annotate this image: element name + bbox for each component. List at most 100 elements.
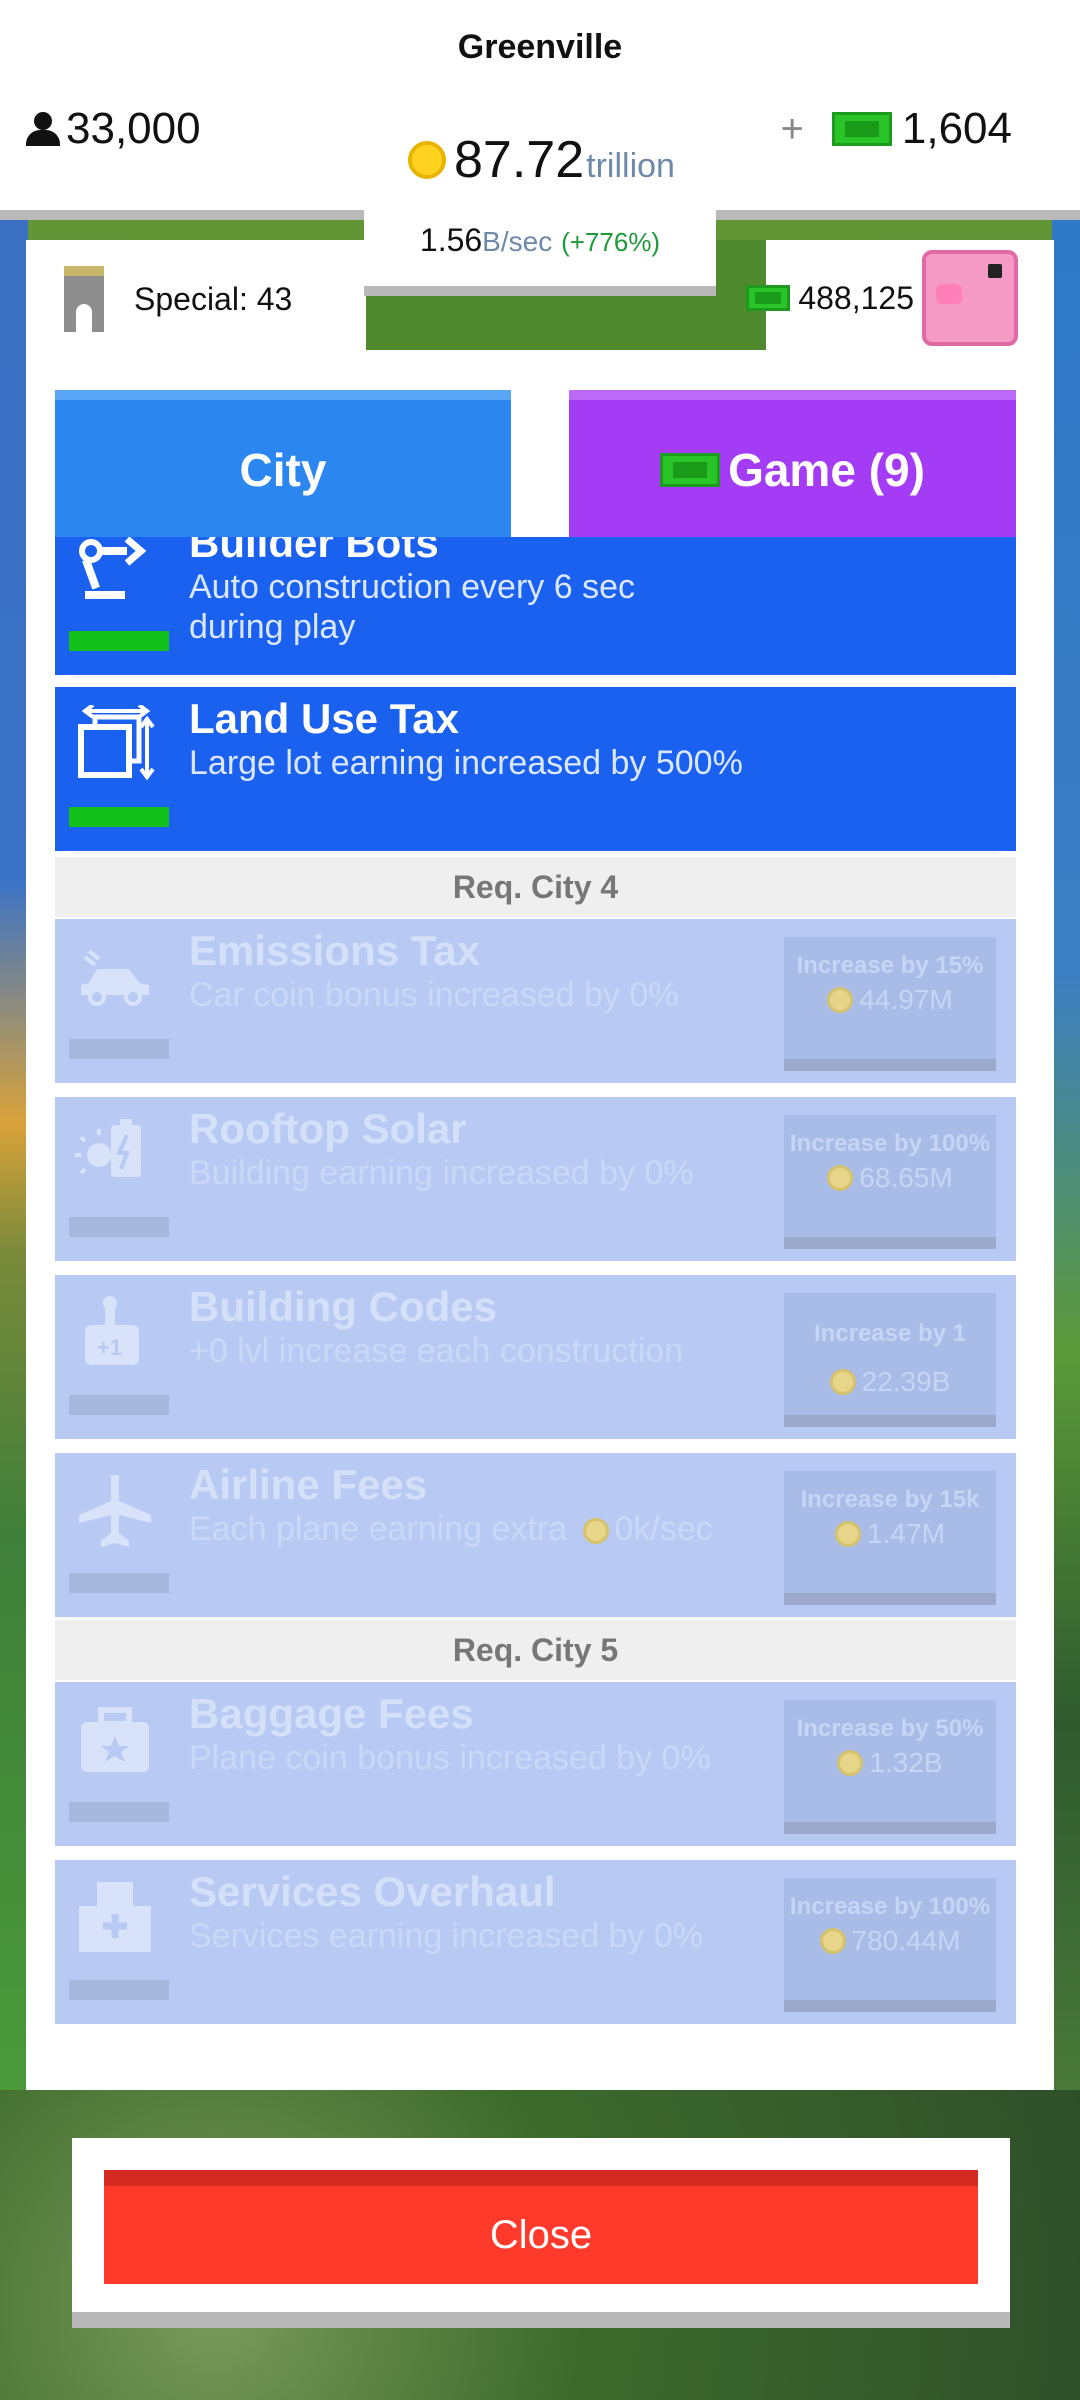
increase-label: Increase by 15k [800, 1486, 980, 1513]
close-container: Close [72, 2138, 1010, 2328]
upgrade-rooftop-solar[interactable]: Rooftop Solar Building earning increased… [55, 1097, 1016, 1261]
upgrade-progress-bar [69, 1217, 169, 1237]
piggy-bank-value: 488,125 [798, 279, 914, 316]
cash-value: 1,604 [901, 104, 1012, 153]
increase-button[interactable]: Increase by 100% 780.44M [784, 1878, 996, 2012]
tab-game-label: Game (9) [728, 444, 925, 496]
tab-city[interactable]: City [55, 390, 511, 540]
upgrade-services-overhaul[interactable]: Services Overhaul Services earning incre… [55, 1860, 1016, 2024]
upgrade-description: Car coin bonus increased by 0% [189, 976, 679, 1014]
coin-value: 87.72 [454, 131, 585, 189]
population-value: 33,000 [66, 104, 201, 153]
requirement-header: Req. City 4 [55, 857, 1016, 917]
cash-icon [831, 112, 892, 146]
upgrade-list[interactable]: Builder Bots Auto construction every 6 s… [55, 537, 1016, 2037]
solar-battery-icon [75, 1115, 155, 1195]
piggy-bank[interactable]: 488,125 [746, 250, 1018, 346]
upgrade-airline-fees[interactable]: Airline Fees Each plane earning extra 0k… [55, 1453, 1016, 1617]
coin-icon [582, 1518, 609, 1545]
tab-city-label: City [239, 444, 327, 496]
requirement-header: Req. City 5 [55, 1620, 1016, 1680]
upgrade-title: Building Codes [189, 1283, 497, 1330]
upgrade-cost: 780.44M [784, 1926, 996, 1956]
close-button[interactable]: Close [104, 2170, 978, 2284]
coin-unit: trillion [586, 147, 675, 185]
coin-icon [827, 1165, 854, 1191]
upgrade-builder-bots[interactable]: Builder Bots Auto construction every 6 s… [55, 537, 1016, 675]
svg-text:+1: +1 [97, 1335, 122, 1360]
tab-game[interactable]: Game (9) [569, 390, 1016, 540]
upgrade-building-codes[interactable]: +1 Building Codes +0 lvl increase each c… [55, 1275, 1016, 1439]
cost-value: 1.32B [869, 1747, 943, 1778]
upgrade-progress-bar [69, 1395, 169, 1415]
increase-label: Increase by 50% [796, 1715, 984, 1742]
upgrade-description: Large lot earning increased by 500% [189, 744, 743, 782]
robot-arm-icon [75, 537, 155, 609]
background-right [1052, 220, 1080, 2100]
upgrade-emissions-tax[interactable]: Emissions Tax Car coin bonus increased b… [55, 919, 1016, 1083]
upgrade-description: Each plane earning extra 0k/sec [189, 1509, 713, 1549]
building-plus-icon: +1 [75, 1293, 155, 1373]
increase-button[interactable]: Increase by 1 22.39B [784, 1293, 996, 1427]
rate-unit: B/sec [482, 226, 553, 257]
cost-value: 68.65M [859, 1162, 953, 1193]
increase-button[interactable]: Increase by 50% 1.32B [784, 1700, 996, 1834]
coin-display: 87.72 trillion [408, 130, 675, 190]
description-prefix: Each plane earning extra [189, 1510, 568, 1548]
upgrade-title: Land Use Tax [189, 695, 459, 742]
coin-icon [408, 141, 446, 179]
upgrade-description: Services earning increased by 0% [189, 1917, 704, 1955]
piggy-bank-icon[interactable] [922, 250, 1018, 346]
cash-display[interactable]: + 1,604 [781, 104, 1012, 154]
increase-button[interactable]: Increase by 15% 44.97M [784, 937, 996, 1071]
upgrade-description: Building earning increased by 0% [189, 1154, 694, 1192]
upgrade-baggage-fees[interactable]: Baggage Fees Plane coin bonus increased … [55, 1682, 1016, 1846]
cash-icon [746, 285, 791, 311]
upgrade-progress-bar [69, 1039, 169, 1059]
increase-label: Increase by 100% [789, 1893, 991, 1920]
upgrade-title: Builder Bots [189, 537, 439, 566]
coin-icon [819, 1928, 846, 1954]
car-icon [75, 937, 155, 1017]
increase-label: Increase by 15% [796, 952, 984, 979]
cost-value: 780.44M [851, 1925, 961, 1956]
upgrade-description: Auto construction every 6 sec during pla… [189, 568, 636, 646]
upgrade-land-use-tax[interactable]: Land Use Tax Large lot earning increased… [55, 687, 1016, 851]
upgrade-progress-bar [69, 1573, 169, 1593]
coin-icon [835, 1521, 862, 1547]
upgrade-progress-bar [69, 1980, 169, 2000]
upgrade-cost: 22.39B [784, 1367, 996, 1397]
upgrade-progress-bar [69, 631, 169, 651]
upgrade-title: Baggage Fees [189, 1690, 474, 1737]
background-left [0, 220, 28, 2100]
airplane-icon [75, 1471, 155, 1551]
increase-button[interactable]: Increase by 15k 1.47M [784, 1471, 996, 1605]
upgrade-cost: 44.97M [784, 985, 996, 1015]
city-name: Greenville [457, 28, 623, 66]
rate-value: 1.56 [419, 222, 483, 258]
upgrade-title: Emissions Tax [189, 927, 481, 974]
upgrade-description: Plane coin bonus increased by 0% [189, 1739, 711, 1777]
upgrade-progress-bar [69, 807, 169, 827]
resize-box-icon [75, 705, 155, 785]
cost-value: 22.39B [861, 1366, 951, 1397]
special-label: Special: 43 [134, 280, 293, 317]
upgrade-title: Airline Fees [189, 1461, 428, 1508]
increase-label: Increase by 1 [813, 1320, 967, 1347]
suitcase-icon [75, 1700, 155, 1780]
rate-change: (+776%) [561, 227, 661, 257]
upgrade-description: +0 lvl increase each construction [189, 1332, 684, 1370]
population-display: 33,000 [26, 104, 201, 154]
special-counter: Special: 43 [64, 266, 292, 332]
increase-label: Increase by 100% [789, 1130, 991, 1157]
arch-monument-icon [64, 266, 104, 332]
hospital-icon [75, 1878, 155, 1958]
coin-icon [827, 987, 854, 1013]
upgrade-cost: 1.47M [784, 1519, 996, 1549]
add-cash-icon[interactable]: + [781, 107, 804, 152]
upgrade-title: Rooftop Solar [189, 1105, 467, 1152]
cash-icon [660, 453, 721, 487]
cost-value: 1.47M [867, 1518, 945, 1549]
cost-value: 44.97M [859, 984, 953, 1015]
increase-button[interactable]: Increase by 100% 68.65M [784, 1115, 996, 1249]
